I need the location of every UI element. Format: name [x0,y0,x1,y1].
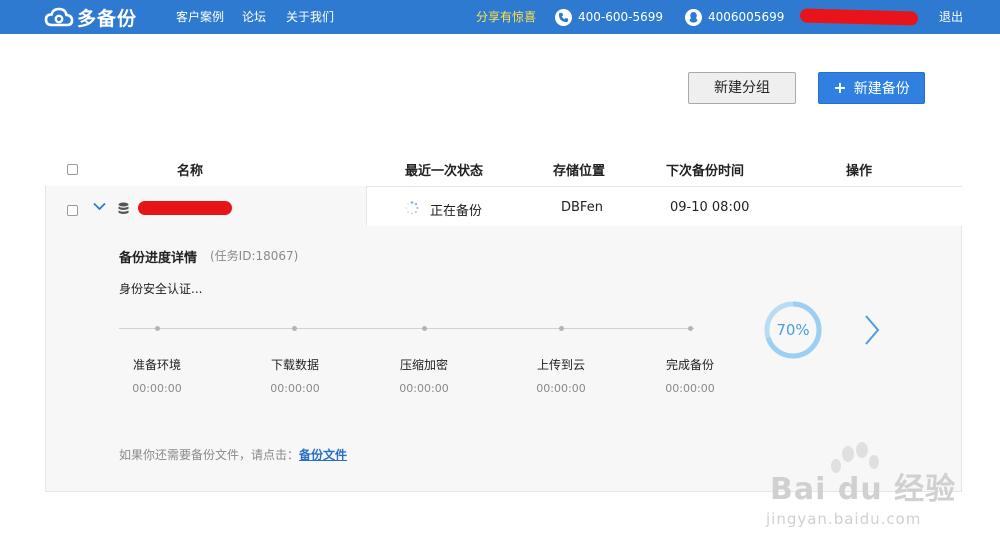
step-complete-time: 00:00:00 [665,382,715,395]
phone-contact: 400-600-5699 [555,0,663,34]
step-compress-time: 00:00:00 [399,382,449,395]
progress-timeline [119,328,694,329]
watermark-text: Bai du 经验 [770,472,957,507]
redacted-username [799,8,919,26]
step-upload-label: 上传到云 [536,358,585,372]
detail-current-status: 身份安全认证... [119,282,203,296]
backup-file-link[interactable]: 备份文件 [299,448,347,462]
qq-contact: 4006005699 [685,0,784,34]
brand-name: 多备份 [77,7,138,30]
column-header-actions: 操作 [846,164,873,179]
cloud-logo-icon [44,7,74,27]
database-icon [118,202,129,215]
step-prepare-label: 准备环境 [132,358,181,372]
detail-title: 备份进度详情 [119,251,198,266]
new-group-button[interactable]: 新建分组 [688,72,796,104]
row-status: 正在备份 [430,204,483,219]
brand-logo[interactable]: 多备份 [44,5,138,30]
qq-number: 4006005699 [708,10,785,24]
timeline-dot [422,326,427,331]
column-header-name: 名称 [177,164,204,179]
redacted-backup-name [138,201,232,215]
progress-percent: 70% [776,321,810,339]
logout-link[interactable]: 退出 [939,0,963,34]
watermark-url: jingyan.baidu.com [766,510,922,528]
timeline-dot [155,326,160,331]
column-header-next-backup-time: 下次备份时间 [666,164,745,179]
backup-file-hint: 如果你还需要备份文件，请点击：备份文件 [119,446,347,463]
phone-icon [555,8,572,26]
phone-number: 400-600-5699 [578,10,664,24]
new-backup-label: 新建备份 [853,81,910,97]
timeline-dot [688,326,693,331]
row-checkbox[interactable] [67,205,78,216]
step-prepare-time: 00:00:00 [132,382,182,395]
hint-text: 如果你还需要备份文件，请点击： [119,448,300,462]
column-header-last-status: 最近一次状态 [405,164,484,179]
step-compress-label: 压缩加密 [399,358,448,372]
step-upload-time: 00:00:00 [536,382,586,395]
nav-customer-cases[interactable]: 客户案例 [176,0,224,34]
new-backup-button[interactable]: + 新建备份 [818,72,925,104]
plus-icon: + [833,78,847,97]
row-next-backup-time: 09-10 08:00 [670,200,750,215]
top-nav-bar: 多备份 客户案例 论坛 关于我们 分享有惊喜 400-600-5699 4006… [0,0,1000,34]
column-header-storage: 存储位置 [553,164,606,179]
row-storage: DBFen [561,200,603,215]
step-download-time: 00:00:00 [270,382,320,395]
share-promo-link[interactable]: 分享有惊喜 [476,0,536,34]
chevron-right-icon[interactable] [864,314,880,346]
nav-forum[interactable]: 论坛 [242,0,266,34]
timeline-dot [292,326,297,331]
select-all-checkbox[interactable] [67,164,78,175]
step-download-label: 下载数据 [270,358,319,372]
detail-task-id: (任务ID:18067) [210,249,299,263]
step-complete-label: 完成备份 [665,358,714,372]
chevron-down-icon[interactable] [93,202,106,211]
nav-about-us[interactable]: 关于我们 [286,0,334,34]
loading-spinner-icon [405,201,419,215]
qq-penguin-icon [685,8,702,26]
timeline-dot [559,326,564,331]
